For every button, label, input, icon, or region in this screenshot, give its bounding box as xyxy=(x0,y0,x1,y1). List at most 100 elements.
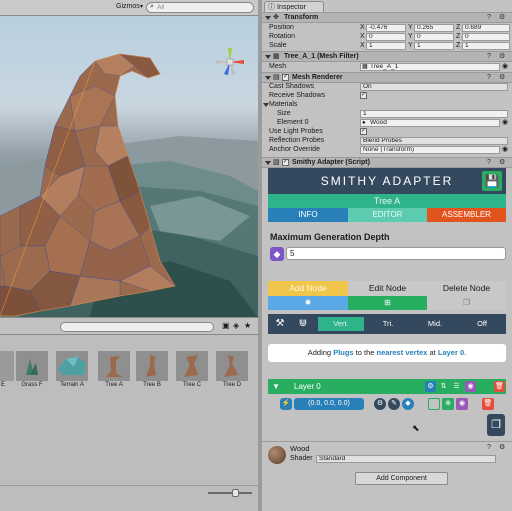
reflection-probes-dropdown[interactable]: Blend Probes xyxy=(360,137,508,145)
help-icon[interactable]: ? xyxy=(487,14,491,22)
filter-icon[interactable]: ▣ xyxy=(222,321,230,330)
foldout-icon[interactable] xyxy=(265,55,271,59)
tab-editor[interactable]: EDITOR xyxy=(348,208,427,222)
layer-list-icon[interactable]: ☰ xyxy=(451,381,462,392)
object-picker-icon[interactable]: ◉ xyxy=(502,118,508,126)
axis-x-label: X xyxy=(360,33,365,40)
zoom-slider-track[interactable] xyxy=(208,492,252,494)
plug-delete-icon[interactable]: 🗑 xyxy=(482,398,494,410)
magic-wand-button[interactable]: ⚒ xyxy=(270,316,290,332)
anchor-override-row: Anchor Override None (Transform) ◉ xyxy=(262,145,512,154)
orientation-gizmo-icon[interactable] xyxy=(212,44,248,80)
copy-icon: ❐ xyxy=(491,419,501,431)
tab-assembler[interactable]: ASSEMBLER xyxy=(427,208,506,222)
size-field[interactable]: 1 xyxy=(360,110,508,118)
layer-settings-icon[interactable]: ⚙ xyxy=(425,381,436,392)
element0-field[interactable]: ● Wood xyxy=(360,119,500,127)
materials-row[interactable]: Materials xyxy=(262,100,512,109)
label-icon[interactable]: ◈ xyxy=(233,321,239,330)
plug-settings-icon[interactable]: ⚙ xyxy=(374,398,386,410)
mesh-renderer-enabled-checkbox[interactable]: ✓ xyxy=(282,74,289,81)
rotation-z-field[interactable]: 0 xyxy=(462,33,510,41)
asset-thumb-tree-b[interactable] xyxy=(136,351,168,381)
plug-coordinates-field[interactable]: (0.0, 0.0, 0.0) xyxy=(294,398,364,410)
asset-thumb-tree-c[interactable] xyxy=(176,351,208,381)
edit-node-button[interactable]: Edit Node xyxy=(348,281,427,296)
smithy-enabled-checkbox[interactable]: ✓ xyxy=(282,159,289,166)
cast-shadows-dropdown[interactable]: On xyxy=(360,83,508,91)
zoom-slider-handle[interactable] xyxy=(232,489,239,497)
layer-visibility-icon[interactable]: ◉ xyxy=(465,381,476,392)
transform-header[interactable]: ✥ Transform ? ⚙ xyxy=(262,12,512,23)
gear-icon[interactable]: ⚙ xyxy=(499,444,505,452)
scale-x-field[interactable]: 1 xyxy=(366,42,406,50)
snap-tri-button[interactable]: Tri. xyxy=(365,317,411,331)
anchor-override-field[interactable]: None (Transform) xyxy=(360,146,500,154)
gear-icon[interactable]: ⚙ xyxy=(499,159,505,167)
tab-info[interactable]: INFO xyxy=(268,208,348,222)
scene-toolbar: Gizmos ▾ ⌕ All xyxy=(0,0,258,16)
asset-thumb-tree-a[interactable] xyxy=(98,351,130,381)
duplicate-button[interactable]: ❐ xyxy=(487,414,505,436)
plug-select-icon[interactable] xyxy=(428,398,440,410)
project-search-field[interactable] xyxy=(60,322,214,332)
scene-viewport[interactable] xyxy=(0,16,258,317)
object-picker-icon[interactable]: ◉ xyxy=(502,145,508,153)
mesh-field[interactable]: ▦ Tree_A_1 xyxy=(360,63,500,71)
use-light-probes-checkbox[interactable]: ✓ xyxy=(360,128,367,135)
help-icon[interactable]: ? xyxy=(487,444,491,452)
add-component-button[interactable]: Add Component xyxy=(355,472,448,485)
foldout-icon[interactable] xyxy=(265,16,271,20)
mode-add-icon[interactable]: ⊞ xyxy=(348,296,427,310)
asset-thumb-tree-d[interactable] xyxy=(216,351,248,381)
receive-shadows-checkbox[interactable]: ✓ xyxy=(360,92,367,99)
position-x-field[interactable]: -0.476 xyxy=(366,24,406,32)
save-button[interactable]: 💾 xyxy=(482,171,502,191)
scale-y-field[interactable]: 1 xyxy=(414,42,454,50)
plug-icon[interactable]: ⚡ xyxy=(280,398,292,410)
scene-search-field[interactable]: ⌕ All xyxy=(146,2,254,13)
help-icon[interactable]: ? xyxy=(487,53,491,61)
plug-link-icon[interactable]: ⊕ xyxy=(442,398,454,410)
plug-tag-icon[interactable]: ◆ xyxy=(402,398,414,410)
add-node-button[interactable]: Add Node xyxy=(268,281,348,296)
gear-icon[interactable]: ⚙ xyxy=(499,74,505,82)
mesh-filter-header[interactable]: ▦ Tree_A_1 (Mesh Filter) ? ⚙ xyxy=(262,51,512,62)
shader-dropdown[interactable]: Standard xyxy=(316,455,496,463)
position-y-field[interactable]: 0.265 xyxy=(414,24,454,32)
object-picker-icon[interactable]: ◉ xyxy=(502,62,508,70)
foldout-icon[interactable] xyxy=(265,76,271,80)
materials-label: Materials xyxy=(269,101,298,108)
asset-thumb-grass-f[interactable] xyxy=(16,351,48,381)
snap-mid-button[interactable]: Mid. xyxy=(412,317,458,331)
gizmos-dropdown[interactable]: Gizmos xyxy=(116,3,140,10)
scale-z-field[interactable]: 1 xyxy=(462,42,510,50)
smithy-adapter-header[interactable]: ✓ ▧ Smithy Adapter (Script) ? ⚙ xyxy=(262,157,512,168)
position-z-field[interactable]: 0.689 xyxy=(462,24,510,32)
mode-lightbulb-icon[interactable]: ✹ xyxy=(268,296,348,310)
reflection-probes-row: Reflection Probes Blend Probes xyxy=(262,136,512,145)
layer-foldout-icon[interactable]: ▼ xyxy=(272,379,280,394)
transform-title: Transform xyxy=(284,14,319,21)
max-depth-field[interactable]: 5 xyxy=(286,247,506,260)
star-icon[interactable]: ★ xyxy=(244,321,251,330)
help-icon[interactable]: ? xyxy=(487,74,491,82)
foldout-icon[interactable] xyxy=(265,161,271,165)
rotation-y-field[interactable]: 0 xyxy=(414,33,454,41)
magnet-button[interactable]: ⋓ xyxy=(293,316,313,332)
snap-off-button[interactable]: Off xyxy=(459,317,505,331)
asset-thumb-terrain-a[interactable] xyxy=(56,351,88,381)
plug-paint-icon[interactable]: ✎ xyxy=(388,398,400,410)
delete-node-button[interactable]: Delete Node xyxy=(427,281,506,296)
asset-thumb-e[interactable] xyxy=(0,351,14,381)
mode-copy-icon[interactable]: ❐ xyxy=(427,296,506,310)
plug-visibility-icon[interactable]: ◉ xyxy=(456,398,468,410)
gear-icon[interactable]: ⚙ xyxy=(499,53,505,61)
snap-vert-button[interactable]: Vert. xyxy=(318,317,364,331)
layer-sort-icon[interactable]: ⇅ xyxy=(438,381,449,392)
layer-delete-icon[interactable]: 🗑 xyxy=(494,381,505,392)
gear-icon[interactable]: ⚙ xyxy=(499,14,505,22)
help-icon[interactable]: ? xyxy=(487,159,491,167)
size-label: Size xyxy=(277,110,291,117)
rotation-x-field[interactable]: 0 xyxy=(366,33,406,41)
